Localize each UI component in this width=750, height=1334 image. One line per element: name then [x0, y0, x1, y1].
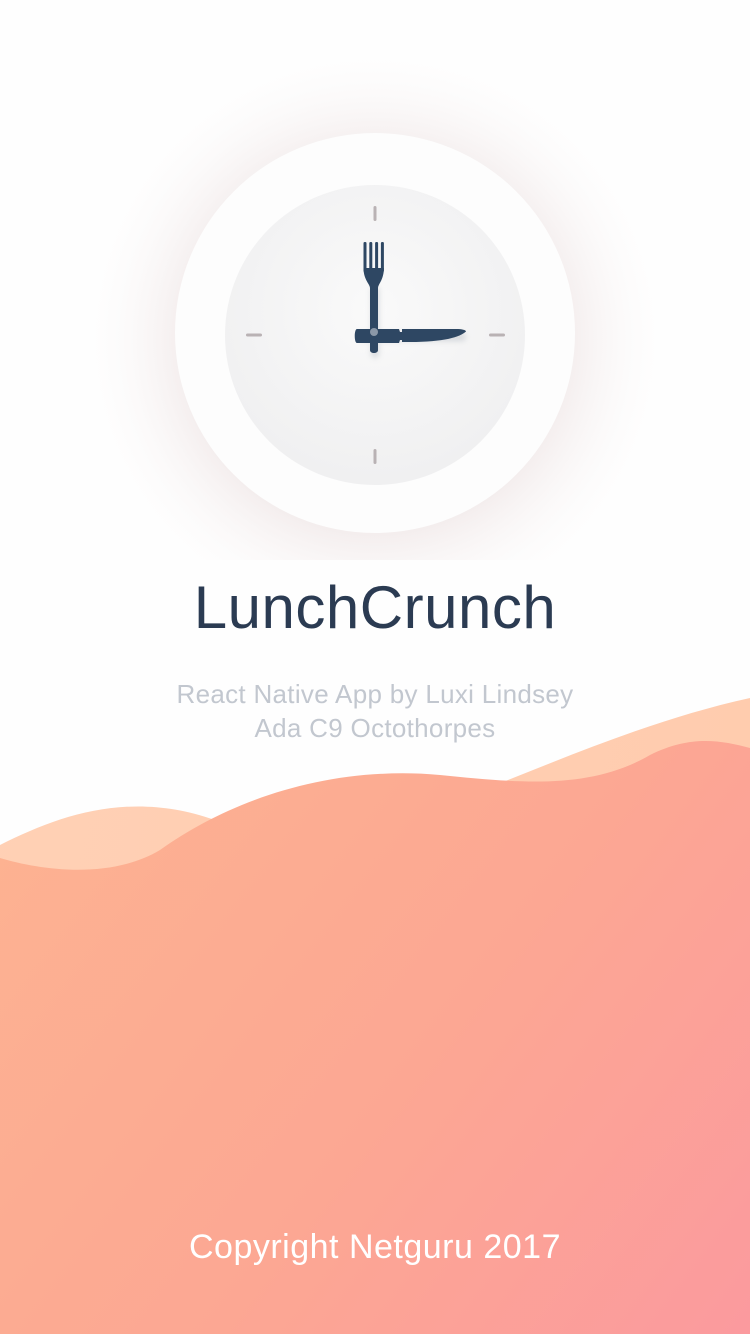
copyright-text: Copyright Netguru 2017	[188, 1228, 561, 1266]
clock-pivot	[370, 328, 378, 336]
splash-screen: LunchCrunch React Native App by Luxi Lin…	[0, 0, 750, 1334]
app-title: LunchCrunch	[193, 574, 557, 641]
clock-logo	[75, 45, 675, 560]
